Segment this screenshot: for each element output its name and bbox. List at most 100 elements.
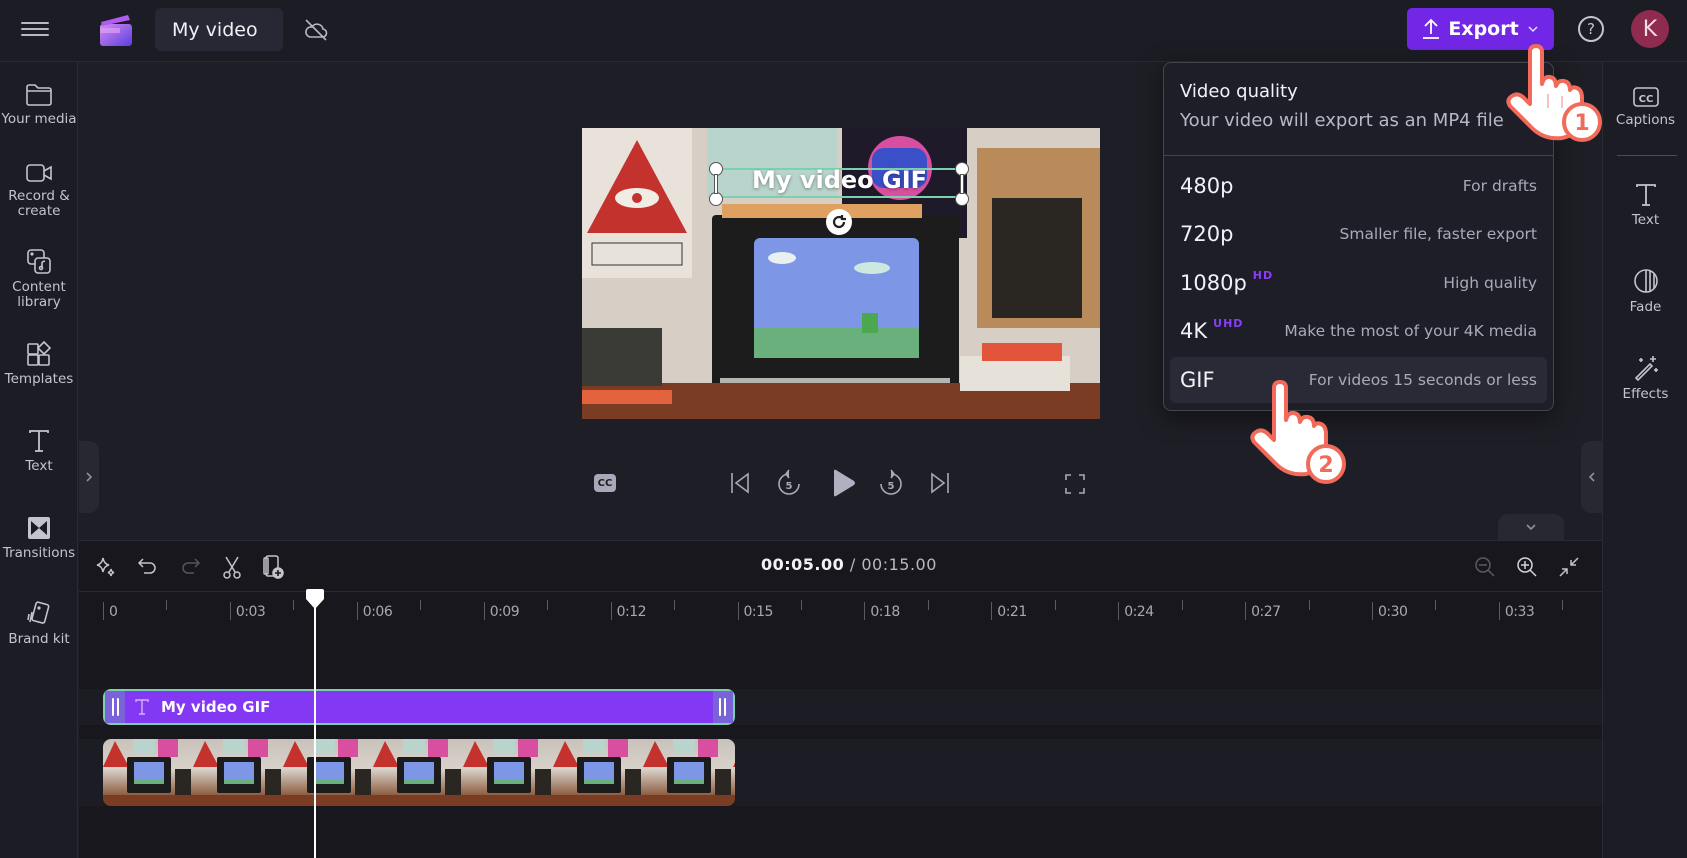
help-button[interactable]: ?: [1578, 16, 1604, 42]
expand-right-panel-button[interactable]: [1581, 441, 1602, 513]
menu-icon-line: [21, 28, 49, 30]
sidebar-label: Your media: [1, 111, 77, 127]
timecode-display: 00:05.00 / 00:15.00: [761, 555, 937, 574]
fit-timeline-button[interactable]: [1555, 553, 1583, 581]
sidebar-item-text[interactable]: Text: [1603, 182, 1687, 228]
resize-handle-side[interactable]: [714, 174, 718, 194]
sidebar-item-transitions[interactable]: Transitions: [0, 514, 78, 561]
video-thumbnail: [643, 739, 733, 806]
ruler-label: 0:09: [489, 604, 520, 620]
ruler-minor-tick: [293, 600, 295, 610]
skip-to-start-button[interactable]: [729, 471, 751, 495]
sidebar-item-text[interactable]: Text: [0, 427, 78, 474]
chevron-down-icon: [1526, 524, 1536, 531]
resize-handle[interactable]: [955, 192, 969, 206]
ruler-label: 0:27: [1251, 604, 1281, 620]
annotation-hand-cursor-1: 1: [1506, 44, 1602, 142]
app-logo-icon: [98, 13, 134, 47]
brand-kit-icon: [27, 601, 50, 624]
menu-title: Video quality: [1180, 81, 1298, 102]
rotate-handle[interactable]: [826, 209, 852, 235]
sidebar-item-effects[interactable]: Effects: [1603, 354, 1687, 402]
rewind-5-button[interactable]: 5: [776, 468, 802, 498]
ruler-tick: [1118, 602, 1120, 620]
quality-option-4k[interactable]: 4K UHD Make the most of your 4K media: [1170, 308, 1547, 354]
option-label: 4K: [1180, 319, 1208, 343]
fullscreen-icon: [1065, 474, 1085, 494]
project-title-field[interactable]: My video: [155, 8, 283, 51]
folder-icon: [26, 84, 52, 106]
zoom-out-button[interactable]: [1471, 553, 1499, 581]
sidebar-item-brand-kit[interactable]: Brand kit: [0, 600, 78, 647]
user-avatar[interactable]: K: [1631, 10, 1669, 48]
collapse-arrows-icon: [1559, 557, 1579, 577]
ruler-label: 0:18: [870, 604, 900, 620]
sidebar-item-content-library[interactable]: Content library: [0, 248, 78, 310]
skip-to-end-button[interactable]: [929, 471, 951, 495]
sidebar-item-captions[interactable]: CC Captions: [1603, 86, 1687, 128]
sidebar-label: Text: [1631, 212, 1660, 228]
svg-text:5: 5: [888, 481, 895, 492]
resize-handle[interactable]: [709, 192, 723, 206]
total-time: 00:15.00: [861, 555, 937, 574]
captions-icon: CC: [1632, 87, 1659, 107]
resize-handle-side[interactable]: [960, 174, 964, 194]
play-icon: [834, 469, 855, 497]
option-description: High quality: [1443, 274, 1537, 292]
quality-option-1080p[interactable]: 1080p HD High quality: [1170, 260, 1547, 306]
option-label: 1080p: [1180, 271, 1247, 295]
clip-trim-handle-right[interactable]: [712, 691, 733, 723]
collapse-timeline-button[interactable]: [1498, 514, 1564, 540]
current-time: 00:05.00: [761, 555, 845, 574]
fullscreen-button[interactable]: [1064, 473, 1086, 495]
quality-option-gif[interactable]: GIF For videos 15 seconds or less: [1170, 357, 1547, 403]
ai-magic-button[interactable]: [92, 553, 120, 581]
quality-option-720p[interactable]: 720p Smaller file, faster export: [1170, 211, 1547, 257]
text-clip[interactable]: My video GIF: [103, 689, 735, 725]
sparkle-icon: [96, 557, 115, 577]
redo-button[interactable]: [176, 553, 204, 581]
sidebar-item-record-create[interactable]: Record & create: [0, 161, 78, 219]
playhead-handle[interactable]: [305, 589, 324, 609]
hd-badge: HD: [1252, 269, 1274, 282]
playhead[interactable]: [313, 589, 316, 858]
ruler-tick: [991, 602, 993, 620]
video-thumbnail: [733, 739, 735, 806]
uhd-badge: UHD: [1213, 317, 1244, 330]
sidebar-item-fade[interactable]: Fade: [1603, 267, 1687, 315]
ruler-tick: [610, 602, 612, 620]
redo-icon: [182, 558, 201, 574]
sidebar-label: Fade: [1629, 299, 1662, 315]
forward-5-button[interactable]: 5: [878, 468, 904, 498]
ruler-minor-tick: [927, 600, 929, 610]
expand-left-panel-button[interactable]: [79, 441, 99, 513]
video-preview[interactable]: My video GIF: [582, 128, 1100, 419]
annotation-step-1: 1: [1574, 111, 1589, 136]
add-media-button[interactable]: [260, 553, 288, 581]
captions-toggle-button[interactable]: CC: [594, 474, 616, 492]
divider: [1164, 155, 1553, 156]
clip-trim-handle-left[interactable]: [105, 691, 125, 723]
sidebar-item-your-media[interactable]: Your media: [0, 82, 78, 127]
undo-button[interactable]: [134, 553, 162, 581]
ruler-label: 0:03: [235, 604, 266, 620]
cloud-off-icon[interactable]: [303, 17, 329, 43]
chevron-right-icon: [86, 472, 93, 482]
ruler-tick: [356, 602, 358, 620]
text-overlay[interactable]: My video GIF: [717, 166, 962, 194]
quality-option-480p[interactable]: 480p For drafts: [1170, 163, 1547, 209]
skip-forward-icon: [931, 472, 949, 494]
menu-button[interactable]: [20, 18, 50, 42]
ruler-tick: [483, 602, 485, 620]
ruler-tick: [1245, 602, 1247, 620]
sidebar-label: Brand kit: [8, 631, 70, 647]
ruler-label: 0:24: [1124, 604, 1154, 620]
top-bar: My video Export ? K: [0, 0, 1687, 62]
ruler-tick: [103, 602, 104, 620]
zoom-in-button[interactable]: [1513, 553, 1541, 581]
play-button[interactable]: [829, 468, 857, 498]
video-clip[interactable]: [103, 739, 735, 806]
split-button[interactable]: [218, 553, 246, 581]
add-clip-icon: [263, 555, 284, 579]
sidebar-item-templates[interactable]: Templates: [0, 340, 78, 387]
